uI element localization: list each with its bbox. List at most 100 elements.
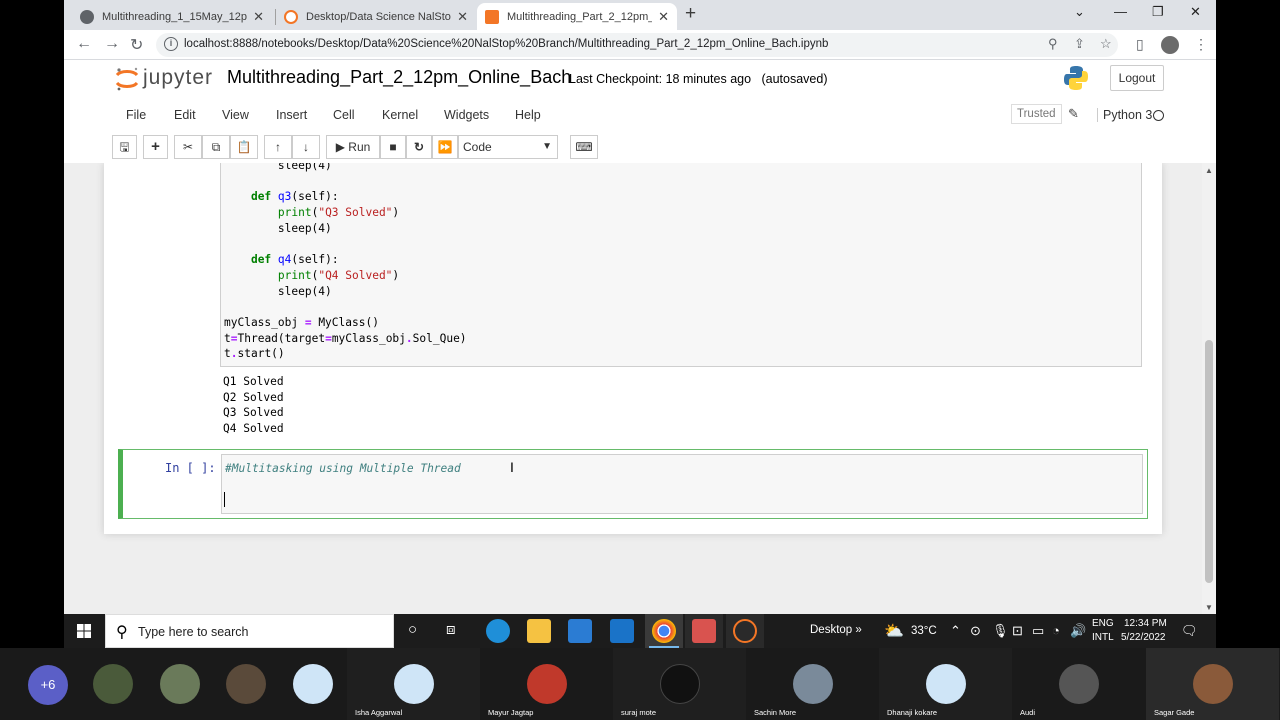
edge-icon[interactable] [486, 619, 510, 643]
sublime-taskbar-button[interactable] [685, 614, 723, 648]
taskbar-search-box[interactable]: ⚲ Type here to search [105, 614, 394, 648]
file-explorer-icon[interactable] [527, 619, 551, 643]
minimize-icon[interactable]: — [1114, 4, 1127, 19]
wifi-icon[interactable]: ◔ [1052, 623, 1060, 638]
clock-time[interactable]: 12:34 PM [1124, 618, 1167, 629]
site-info-icon[interactable]: i [164, 37, 178, 51]
participant-tile[interactable]: Mayur Jagtap [480, 648, 613, 720]
weather-icon[interactable]: ⛅ [884, 621, 904, 641]
tray-chevron-up-icon[interactable]: ⌃ [950, 623, 961, 639]
notifications-icon[interactable]: 🗨 [1181, 623, 1198, 639]
trusted-badge[interactable]: Trusted [1011, 104, 1062, 124]
participant-tile[interactable]: Sagar Gade [1146, 648, 1279, 720]
restart-icon[interactable]: ↻ [406, 135, 432, 159]
weather-temp[interactable]: 33°C [911, 625, 937, 637]
move-up-icon[interactable]: ↑ [264, 135, 292, 159]
menu-help[interactable]: Help [515, 108, 541, 122]
tab-multithreading-1[interactable]: Multithreading_1_15May_12pm_( ✕ [72, 3, 272, 30]
close-tab-icon[interactable]: ✕ [658, 9, 669, 25]
restart-run-all-icon[interactable]: ⏩ [432, 135, 458, 159]
participant-tile[interactable]: Audi [1012, 648, 1145, 720]
notebook-title[interactable]: Multithreading_Part_2_12pm_Online_Bach [227, 67, 571, 88]
code-text[interactable]: sleep(4) def q3(self): print("Q3 Solved"… [224, 163, 467, 362]
page-scrollbar[interactable]: ▲ ▼ [1202, 163, 1216, 614]
menu-file[interactable]: File [126, 108, 146, 122]
participant-tile[interactable]: Dhanaji kokare [879, 648, 1012, 720]
code-comment[interactable]: #Multitasking using Multiple Thread [225, 461, 461, 477]
jupyter-taskbar-button[interactable] [726, 614, 764, 648]
tab-strip: Multithreading_1_15May_12pm_( ✕ Desktop/… [64, 0, 1216, 30]
mail-icon[interactable] [610, 619, 634, 643]
scroll-thumb[interactable] [1205, 340, 1213, 583]
menu-cell[interactable]: Cell [333, 108, 355, 122]
add-cell-icon[interactable]: + [143, 135, 168, 159]
task-view-icon[interactable]: ⧈ [446, 621, 456, 638]
url-omnibox[interactable]: i localhost:8888/notebooks/Desktop/Data%… [156, 33, 1118, 57]
edit-pencil-icon[interactable]: ✎ [1068, 106, 1079, 122]
logout-button[interactable]: Logout [1110, 65, 1164, 91]
paste-icon[interactable]: 📋 [230, 135, 258, 159]
desktop-toolbar[interactable]: Desktop » [810, 624, 862, 636]
more-participants-button[interactable]: +6 [28, 665, 68, 705]
scroll-up-icon[interactable]: ▲ [1205, 166, 1213, 175]
tab-search-chevron-icon[interactable]: ⌄ [1074, 4, 1085, 20]
browser-menu-icon[interactable]: ⋮ [1194, 36, 1208, 53]
command-palette-icon[interactable]: ⌨ [570, 135, 598, 159]
close-tab-icon[interactable]: ✕ [253, 9, 264, 25]
copy-icon[interactable]: ⧉ [202, 135, 230, 159]
menu-insert[interactable]: Insert [276, 108, 307, 122]
menu-widgets[interactable]: Widgets [444, 108, 489, 122]
notebook-page: sleep(4) def q3(self): print("Q3 Solved"… [104, 163, 1162, 534]
interrupt-icon[interactable]: ■ [380, 135, 406, 159]
language-top[interactable]: ENG [1092, 618, 1114, 629]
participant-name: Mayur Jagtap [488, 708, 534, 717]
windows-start-icon[interactable] [77, 624, 91, 638]
participant-tile[interactable]: Sachin More [746, 648, 879, 720]
cell-type-select[interactable]: Code ▼ [458, 135, 558, 159]
address-bar: ← → ↻ i localhost:8888/notebooks/Desktop… [64, 30, 1216, 60]
close-tab-icon[interactable]: ✕ [457, 9, 468, 25]
menu-view[interactable]: View [222, 108, 249, 122]
zoom-icon[interactable]: ⚲ [1048, 36, 1058, 52]
network-status-icon[interactable]: ⊡ [1012, 623, 1023, 639]
close-window-icon[interactable]: ✕ [1190, 4, 1201, 20]
jupyter-logo-text[interactable]: jupyter [143, 66, 213, 90]
tab-desktop-data-science[interactable]: Desktop/Data Science NalStop B ✕ [276, 3, 476, 30]
save-icon[interactable]: 🖫 [112, 135, 137, 159]
url-text[interactable]: localhost:8888/notebooks/Desktop/Data%20… [184, 38, 828, 50]
reload-icon[interactable]: ↻ [130, 35, 143, 55]
menu-kernel[interactable]: Kernel [382, 108, 418, 122]
cortana-circle-icon[interactable]: ○ [408, 621, 417, 638]
language-bottom[interactable]: INTL [1092, 632, 1114, 643]
back-icon[interactable]: ← [76, 35, 92, 53]
selected-code-cell[interactable]: In [ ]: #Multitasking using Multiple Thr… [118, 449, 1148, 519]
participant-tile[interactable]: Isha Aggarwal [347, 648, 480, 720]
run-button[interactable]: ▶ Run [326, 135, 380, 159]
scroll-down-icon[interactable]: ▼ [1205, 603, 1213, 612]
share-icon[interactable]: ⇪ [1074, 36, 1085, 52]
participant-tile[interactable]: suraj mote [613, 648, 746, 720]
profile-avatar[interactable] [1161, 36, 1179, 54]
sidebar-icon[interactable]: ▯ [1136, 36, 1144, 53]
bookmark-star-icon[interactable]: ☆ [1100, 36, 1112, 52]
menu-edit[interactable]: Edit [174, 108, 196, 122]
code-cell-input-editing[interactable]: #Multitasking using Multiple Thread [221, 454, 1143, 514]
move-down-icon[interactable]: ↓ [292, 135, 320, 159]
forward-icon[interactable]: → [104, 35, 120, 53]
code-cell-input[interactable]: sleep(4) def q3(self): print("Q3 Solved"… [220, 163, 1142, 367]
python-logo-icon [1064, 66, 1088, 90]
participant-avatar [93, 664, 133, 704]
restore-icon[interactable]: ❐ [1152, 4, 1164, 20]
screen-icon[interactable]: ⊙ [970, 623, 981, 639]
tab-multithreading-part-2[interactable]: Multithreading_Part_2_12pm_On ✕ [477, 3, 677, 30]
new-tab-button[interactable]: + [685, 3, 696, 25]
microphone-icon[interactable]: 🎙 [992, 623, 1009, 639]
clock-date[interactable]: 5/22/2022 [1121, 632, 1166, 643]
store-icon[interactable] [568, 619, 592, 643]
participant-avatar [1059, 664, 1099, 704]
volume-icon[interactable]: 🔊 [1070, 623, 1086, 639]
chrome-taskbar-button[interactable] [645, 614, 683, 648]
kernel-name[interactable]: Python 3 [1097, 108, 1152, 122]
battery-icon[interactable]: ▭ [1032, 623, 1044, 639]
cut-icon[interactable]: ✂ [174, 135, 202, 159]
